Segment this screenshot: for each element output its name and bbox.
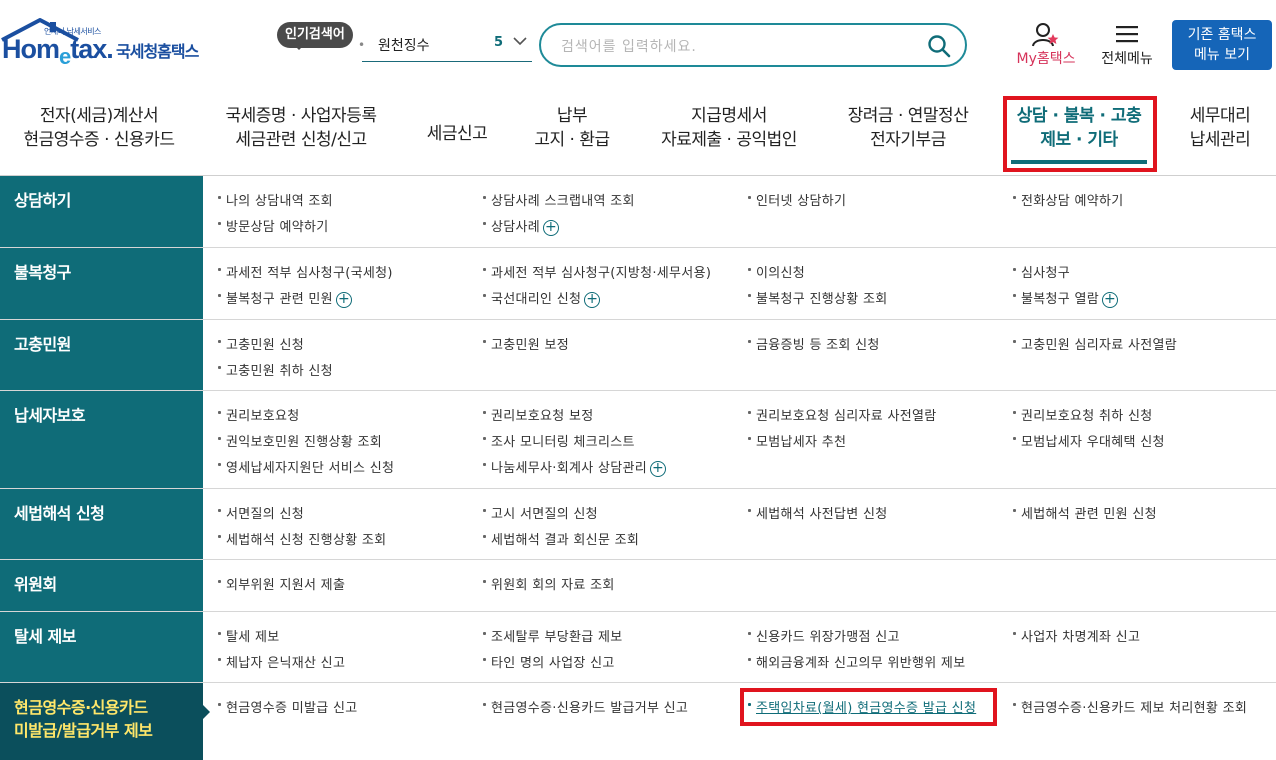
section-tax-interpretation: 세법해석 신청 서면질의 신청 고시 서면질의 신청 세법해석 사전답변 신청 … <box>0 489 1276 560</box>
menu-link[interactable]: 해외금융계좌 신고의무 위반행위 제보 <box>748 652 965 671</box>
my-hometax-button[interactable]: My홈택스 <box>1010 22 1082 72</box>
menu-link[interactable]: 세법해석 신청 진행상황 조회 <box>218 529 386 548</box>
menu-link[interactable]: 고충민원 신청 <box>218 334 304 353</box>
menu-link[interactable]: 조사 모니터링 체크리스트 <box>483 431 635 450</box>
old-hometax-menu-button[interactable]: 기존 홈택스 메뉴 보기 <box>1172 20 1272 70</box>
menu-link[interactable]: 금융증빙 등 조회 신청 <box>748 334 880 353</box>
menu-link[interactable]: 세법해석 결과 회신문 조회 <box>483 529 639 548</box>
menu-link[interactable]: 상담사례 스크랩내역 조회 <box>483 190 635 209</box>
section-title: 납세자보호 <box>0 391 203 488</box>
section-consulting: 상담하기 나의 상담내역 조회 상담사례 스크랩내역 조회 인터넷 상담하기 전… <box>0 176 1276 248</box>
menu-link[interactable]: 국선대리인 신청 + <box>483 288 601 308</box>
chevron-down-icon[interactable] <box>512 33 528 53</box>
menu-link[interactable]: 세법해석 사전답변 신청 <box>748 503 887 522</box>
menu-link[interactable]: 외부위원 지원서 제출 <box>218 574 345 593</box>
expand-plus-icon[interactable]: + <box>335 291 352 308</box>
header: 언제나 납세서비스 Hometax. 국세청홈택스 인기검색어 • 원천징수 5… <box>0 0 1276 92</box>
menu-link[interactable]: 나의 상담내역 조회 <box>218 190 333 209</box>
menu-link[interactable]: 고충민원 보정 <box>483 334 569 353</box>
highlight-box-link <box>740 688 997 726</box>
menu-link[interactable]: 권리보호요청 심리자료 사전열람 <box>748 405 937 424</box>
menu-link[interactable]: 권리보호요청 취하 신청 <box>1013 405 1152 424</box>
logo-name: 국세청홈택스 <box>116 42 199 61</box>
logo-wordmark: Hometax. <box>2 34 114 69</box>
popular-search-rolling[interactable]: • 원천징수 5 <box>358 30 532 62</box>
popular-search-word[interactable]: 원천징수 <box>378 35 430 55</box>
menu-link[interactable]: 조세탈루 부당환급 제보 <box>483 626 622 645</box>
menu-link[interactable]: 체납자 은닉재산 신고 <box>218 652 345 671</box>
section-title: 상담하기 <box>0 176 203 247</box>
menu-link[interactable]: 심사청구 <box>1013 262 1070 281</box>
gnb-e-invoice[interactable]: 전자(세금)계산서 현금영수증 · 신용카드 <box>10 104 188 164</box>
menu-link[interactable]: 현금영수증 미발급 신고 <box>218 697 357 716</box>
menu-link[interactable]: 과세전 적부 심사청구(국세청) <box>218 262 393 281</box>
all-menu-label: 전체메뉴 <box>1101 51 1153 67</box>
search-placeholder: 검색어를 입력하세요. <box>561 39 697 55</box>
menu-link[interactable]: 불복청구 진행상황 조회 <box>748 288 887 307</box>
gnb-payment-statement[interactable]: 지급명세서 자료제출 · 공익법인 <box>646 104 812 164</box>
section-title: 불복청구 <box>0 248 203 319</box>
menu-link[interactable]: 현금영수증·신용카드 발급거부 신고 <box>483 697 688 716</box>
menu-link[interactable]: 권리보호요청 보정 <box>483 405 594 424</box>
old-menu-line1: 기존 홈택스 <box>1187 27 1257 43</box>
section-cash-receipt-report: 현금영수증·신용카드 미발급/발급거부 제보 현금영수증 미발급 신고 현금영수증… <box>0 683 1276 760</box>
menu-link[interactable]: 전화상담 예약하기 <box>1013 190 1124 209</box>
menu-link[interactable]: 타인 명의 사업장 신고 <box>483 652 615 671</box>
expand-plus-icon[interactable]: + <box>584 291 601 308</box>
section-committee: 위원회 외부위원 지원서 제출 위원회 회의 자료 조회 <box>0 560 1276 612</box>
section-appeal: 불복청구 과세전 적부 심사청구(국세청) 과세전 적부 심사청구(지방청·세무… <box>0 248 1276 320</box>
menu-link[interactable]: 권익보호민원 진행상황 조회 <box>218 431 382 450</box>
section-grievance: 고충민원 고충민원 신청 고충민원 보정 금융증빙 등 조회 신청 고충민원 심… <box>0 320 1276 391</box>
gnb-tax-agent[interactable]: 세무대리 납세관리 <box>1170 104 1270 164</box>
menu-link[interactable]: 탈세 제보 <box>218 626 279 645</box>
menu-link[interactable]: 상담사례 + <box>483 216 560 236</box>
search-icon[interactable] <box>927 34 951 62</box>
my-hometax-label: My홈택스 <box>1016 51 1076 67</box>
menu-link[interactable]: 고시 서면질의 신청 <box>483 503 598 522</box>
menu-link[interactable]: 위원회 회의 자료 조회 <box>483 574 615 593</box>
menu-link[interactable]: 인터넷 상담하기 <box>748 190 846 209</box>
user-star-icon <box>1032 23 1059 47</box>
expand-plus-icon[interactable]: + <box>650 460 666 477</box>
old-menu-line2: 메뉴 보기 <box>1194 47 1250 63</box>
gnb-certificate[interactable]: 국세증명 · 사업자등록 세금관련 신청/신고 <box>212 104 390 164</box>
menu-link[interactable]: 고충민원 심리자료 사전열람 <box>1013 334 1177 353</box>
gnb-incentive[interactable]: 장려금 · 연말정산 전자기부금 <box>836 104 980 164</box>
menu-link[interactable]: 신용카드 위장가맹점 신고 <box>748 626 900 645</box>
section-title: 위원회 <box>0 560 203 611</box>
section-title-active: 현금영수증·신용카드 미발급/발급거부 제보 <box>0 683 210 760</box>
expand-plus-icon[interactable]: + <box>1102 291 1118 308</box>
menu-link[interactable]: 불복청구 열람 + <box>1013 288 1118 308</box>
menu-link[interactable]: 세법해석 관련 민원 신청 <box>1013 503 1157 522</box>
hometax-logo[interactable]: 언제나 납세서비스 Hometax. 국세청홈택스 <box>0 18 215 74</box>
section-title: 탈세 제보 <box>0 612 203 682</box>
menu-link[interactable]: 모범납세자 추천 <box>748 431 846 450</box>
expand-plus-icon[interactable]: + <box>543 219 560 236</box>
all-menu-button[interactable]: 전체메뉴 <box>1094 22 1160 72</box>
menu-link[interactable]: 사업자 차명계좌 신고 <box>1013 626 1140 645</box>
hamburger-menu-icon <box>1116 26 1138 43</box>
menu-link[interactable]: 나눔세무사·회계사 상담관리 + <box>483 457 666 477</box>
section-tax-evasion-report: 탈세 제보 탈세 제보 조세탈루 부당환급 제보 신용카드 위장가맹점 신고 사… <box>0 612 1276 683</box>
highlight-box-gnb <box>1003 96 1157 172</box>
menu-link[interactable]: 고충민원 취하 신청 <box>218 360 333 379</box>
menu-link[interactable]: 영세납세자지원단 서비스 신청 <box>218 457 394 476</box>
popular-search-badge: 인기검색어 <box>277 22 353 50</box>
gnb-tax-report[interactable]: 세금신고 <box>414 104 500 164</box>
bullet-dot-icon: • <box>358 38 366 52</box>
section-taxpayer-protection: 납세자보호 권리보호요청 권리보호요청 보정 권리보호요청 심리자료 사전열람 … <box>0 391 1276 489</box>
section-title: 고충민원 <box>0 320 203 390</box>
gnb-payment[interactable]: 납부 고지 · 환급 <box>524 104 620 164</box>
menu-link[interactable]: 불복청구 관련 민원 + <box>218 288 352 308</box>
menu-link[interactable]: 권리보호요청 <box>218 405 300 424</box>
menu-link[interactable]: 서면질의 신청 <box>218 503 304 522</box>
menu-link[interactable]: 과세전 적부 심사청구(지방청·세무서용) <box>483 262 711 281</box>
menu-link[interactable]: 현금영수증·신용카드 제보 처리현황 조회 <box>1013 697 1247 716</box>
popular-search-rank: 5 <box>494 35 504 50</box>
section-title: 세법해석 신청 <box>0 489 203 559</box>
search-input[interactable]: 검색어를 입력하세요. <box>539 23 967 67</box>
menu-link[interactable]: 모범납세자 우대혜택 신청 <box>1013 431 1165 450</box>
menu-link[interactable]: 방문상담 예약하기 <box>218 216 329 235</box>
menu-link[interactable]: 이의신청 <box>748 262 805 281</box>
